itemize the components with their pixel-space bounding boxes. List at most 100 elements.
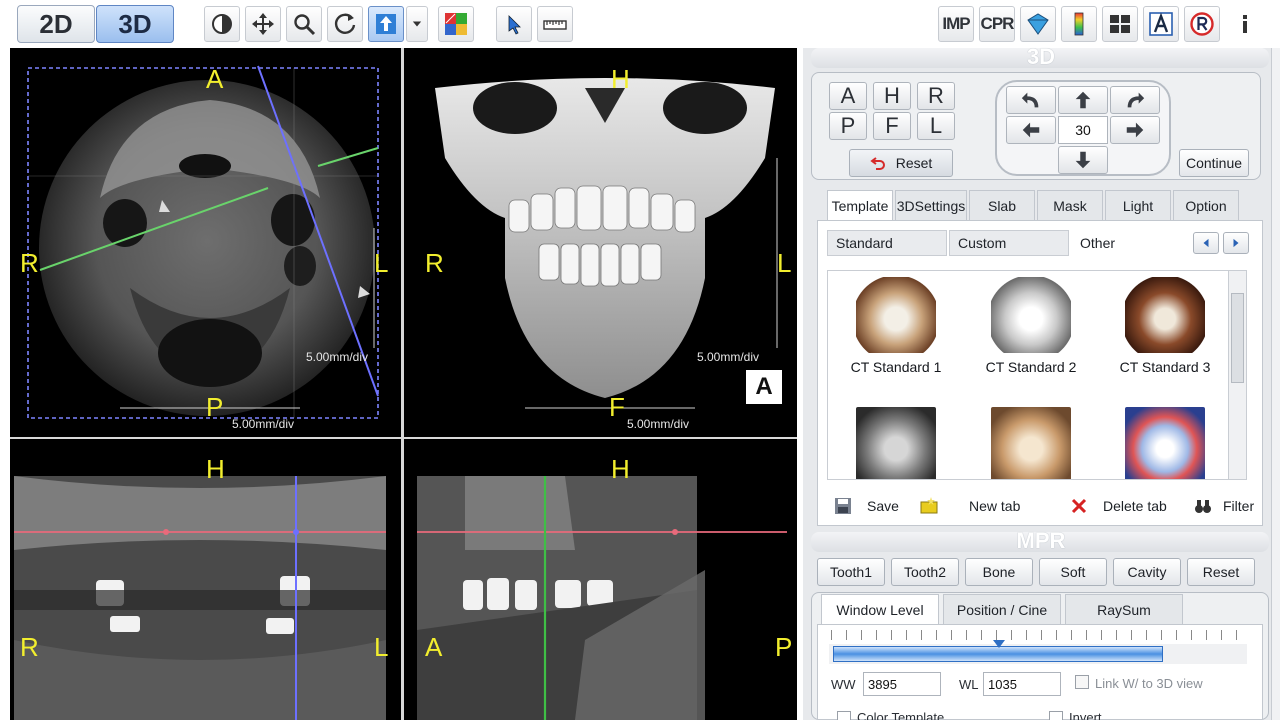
orient-key-anterior[interactable]: A	[829, 82, 867, 110]
rotate-up-button[interactable]	[1058, 86, 1108, 114]
coronal-label-right: L	[374, 632, 389, 662]
rotate-cw-button[interactable]	[1110, 86, 1160, 114]
pan-tool-button[interactable]	[245, 6, 281, 42]
template-ct-standard-2[interactable]: CT Standard 2	[971, 277, 1091, 375]
color-bar-button[interactable]	[1061, 6, 1097, 42]
reset-view-button[interactable]: Reset	[849, 149, 953, 177]
orient-key-head[interactable]: H	[873, 82, 911, 110]
template-item-6[interactable]	[1105, 407, 1225, 479]
annotation-button[interactable]	[1143, 6, 1179, 42]
link-3d-checkbox[interactable]	[1075, 675, 1089, 689]
record-button[interactable]	[1184, 6, 1220, 42]
preset-soft-button[interactable]: Soft	[1039, 558, 1107, 586]
grid-layout-button[interactable]	[1102, 6, 1138, 42]
imp-button[interactable]: IMP	[938, 6, 974, 42]
coronal-label-left: R	[20, 632, 39, 662]
cpr-button[interactable]: CPR	[979, 6, 1015, 42]
axial-label-bottom: P	[206, 392, 224, 422]
tab-template[interactable]: Template	[827, 190, 893, 220]
coronal-viewport[interactable]: H R L	[10, 440, 400, 720]
delete-tab-label: Delete tab	[1103, 498, 1167, 514]
grid-icon	[1110, 15, 1130, 33]
orient-key-left[interactable]: L	[917, 112, 955, 140]
axial-viewport[interactable]: A R L P 5.00mm/div 5.00mm/div	[10, 48, 400, 436]
rotate-left-button[interactable]	[1006, 116, 1056, 144]
color-template-label: Color Template	[857, 710, 945, 720]
orient-key-posterior[interactable]: P	[829, 112, 867, 140]
preset-bone-button[interactable]: Bone	[965, 558, 1033, 586]
template-thumbnail-2	[991, 277, 1071, 353]
control-panel: 3D A H R P F L Reset 30 Continue Templat…	[797, 44, 1280, 720]
info-button[interactable]	[1227, 6, 1263, 42]
rotate-right-button[interactable]	[1110, 116, 1160, 144]
volume-scale-side: 5.00mm/div	[697, 350, 760, 364]
orientation-dropdown-button[interactable]	[406, 6, 428, 42]
subtab-other[interactable]: Other	[1071, 230, 1181, 256]
tab-window-level[interactable]: Window Level	[821, 594, 939, 624]
tab-3dsettings[interactable]: 3DSettings	[895, 190, 967, 220]
subtab-standard[interactable]: Standard	[827, 230, 947, 256]
template-item-5[interactable]	[971, 407, 1091, 479]
tab-light[interactable]: Light	[1105, 190, 1171, 220]
panel-scrollbar[interactable]	[1271, 48, 1280, 720]
zoom-tool-button[interactable]	[286, 6, 322, 42]
subtab-prev-button[interactable]	[1193, 232, 1219, 254]
sagittal-viewport[interactable]: H A P	[405, 440, 797, 720]
contrast-tool-button[interactable]	[204, 6, 240, 42]
preset-reset-button[interactable]: Reset	[1187, 558, 1255, 586]
template-ct-standard-1[interactable]: CT Standard 1	[836, 277, 956, 375]
orient-key-foot[interactable]: F	[873, 112, 911, 140]
template-thumbnail-1	[856, 277, 936, 353]
letter-a-icon	[1149, 12, 1173, 36]
volume-scale-bottom: 5.00mm/div	[627, 417, 690, 431]
continue-button[interactable]: Continue	[1179, 149, 1249, 177]
tab-position-cine[interactable]: Position / Cine	[943, 594, 1061, 624]
mode-2d-button[interactable]: 2D	[17, 5, 95, 43]
measure-tool-button[interactable]	[537, 6, 573, 42]
template-scroll-thumb[interactable]	[1231, 293, 1244, 383]
rotate-down-button[interactable]	[1058, 146, 1108, 174]
orientation-badge[interactable]: A	[746, 370, 782, 404]
subtab-next-button[interactable]	[1223, 232, 1249, 254]
tab-mask[interactable]: Mask	[1037, 190, 1103, 220]
filter-button[interactable]: Filter	[1193, 496, 1254, 516]
window-slider-range[interactable]	[833, 646, 1163, 662]
template-ct-standard-3[interactable]: CT Standard 3	[1105, 277, 1225, 375]
nerve-tool-button[interactable]	[1020, 6, 1056, 42]
volume-label-top: H	[611, 64, 630, 94]
template-caption-1: CT Standard 1	[850, 359, 942, 375]
template-scrollbar[interactable]	[1228, 271, 1246, 479]
invert-checkbox[interactable]	[1049, 711, 1063, 720]
save-label: Save	[867, 498, 899, 514]
save-template-button[interactable]: Save	[833, 496, 899, 516]
tab-slab[interactable]: Slab	[969, 190, 1035, 220]
preset-tooth2-button[interactable]: Tooth2	[891, 558, 959, 586]
ww-input[interactable]: 3895	[863, 672, 941, 696]
window-slider-center-handle[interactable]	[993, 640, 1005, 648]
tab-raysum[interactable]: RaySum	[1065, 594, 1183, 624]
preset-cavity-button[interactable]: Cavity	[1113, 558, 1181, 586]
new-tab-button[interactable]: New tab	[919, 496, 1020, 516]
arrow-down-icon	[1075, 151, 1091, 169]
color-template-checkbox[interactable]	[837, 711, 851, 720]
orient-key-right[interactable]: R	[917, 82, 955, 110]
tab-option[interactable]: Option	[1173, 190, 1239, 220]
volume-render-skull	[435, 78, 782, 409]
preset-tooth1-button[interactable]: Tooth1	[817, 558, 885, 586]
template-thumbnail-3	[1125, 277, 1205, 353]
pointer-tool-button[interactable]	[496, 6, 532, 42]
orientation-tool-button[interactable]	[368, 6, 404, 42]
subtab-custom[interactable]: Custom	[949, 230, 1069, 256]
delete-tab-button[interactable]: Delete tab	[1069, 496, 1167, 516]
volume-viewport[interactable]: H R L F 5.00mm/div 5.00mm/div A	[405, 48, 797, 436]
rotate-tool-button[interactable]	[327, 6, 363, 42]
registered-r-icon	[1190, 12, 1214, 36]
rotation-step-input[interactable]: 30	[1058, 116, 1108, 144]
rotate-ccw-button[interactable]	[1006, 86, 1056, 114]
layout-tool-button[interactable]	[438, 6, 474, 42]
wl-input[interactable]: 1035	[983, 672, 1061, 696]
coronal-ct-slice	[14, 476, 386, 720]
undo-arrow-icon	[870, 157, 885, 170]
template-item-4[interactable]	[836, 407, 956, 479]
mode-3d-button[interactable]: 3D	[96, 5, 174, 43]
